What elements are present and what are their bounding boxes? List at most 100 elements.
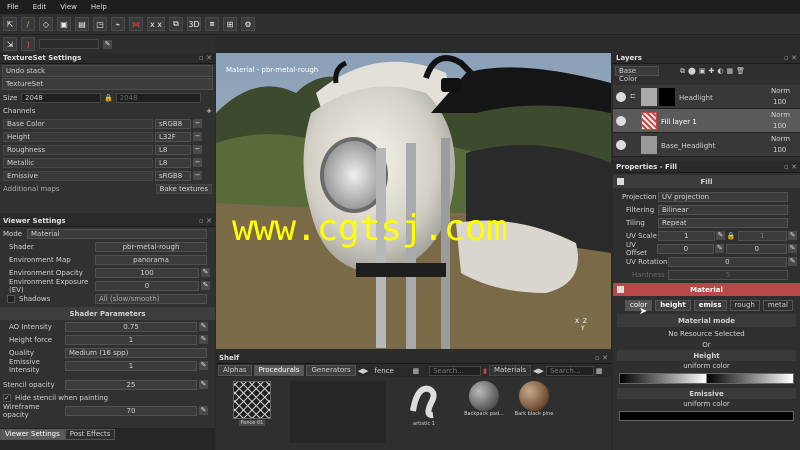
mode-select[interactable]: Material [27, 228, 207, 239]
pencil-icon[interactable]: ✎ [715, 244, 725, 253]
camera-icon[interactable]: ⧉ [169, 17, 183, 31]
height-force-slider[interactable]: 1 [65, 334, 197, 345]
stencil-slider[interactable]: 25 [65, 379, 197, 390]
hide-stencil-checkbox[interactable]: ✓ [3, 393, 11, 402]
mirror-icon[interactable]: x x [147, 17, 165, 31]
fill-header[interactable]: Fill [613, 175, 800, 188]
menu-edit[interactable]: Edit [26, 3, 54, 11]
uvscale-slider-2[interactable]: 1 [737, 230, 788, 241]
materials-search-input[interactable]: Search... [545, 365, 594, 376]
pencil-icon[interactable]: ✎ [788, 257, 797, 266]
layer-opacity[interactable]: 100 [773, 122, 786, 130]
collapse-checkbox[interactable] [617, 286, 624, 293]
clear-filter-icon[interactable]: ▮ [483, 367, 487, 375]
uvrot-slider[interactable]: 0 [667, 256, 788, 267]
quality-select[interactable]: Medium (16 spp) [65, 347, 207, 358]
menu-help[interactable]: Help [84, 3, 114, 11]
layer-blend[interactable]: Norm [771, 111, 790, 119]
remove-channel-icon[interactable]: − [193, 132, 202, 141]
filtering-select[interactable]: Bilinear [658, 204, 788, 215]
emissive-color-swatch[interactable] [619, 411, 794, 421]
bake-textures-button[interactable]: Bake textures [155, 183, 212, 194]
layer-channel-select[interactable]: Base Color [615, 66, 659, 83]
shadows-checkbox[interactable] [7, 294, 15, 303]
remove-channel-icon[interactable]: − [193, 119, 202, 128]
pencil-icon[interactable]: ✎ [788, 244, 798, 253]
shelf-item[interactable]: Backpack pad... [462, 381, 506, 443]
shelf-filter[interactable]: fence [374, 367, 410, 375]
3d-viewport[interactable] [216, 53, 611, 349]
add-layer-icon[interactable]: ▣ [699, 67, 706, 75]
channel-format-select[interactable]: sRGB8 [155, 170, 191, 181]
pencil-icon[interactable]: ✎ [103, 39, 112, 49]
mat-tab-emiss[interactable]: emiss [693, 299, 727, 311]
add-folder-icon[interactable]: ◐ [717, 67, 723, 75]
cursor-icon[interactable]: ⇱ [3, 17, 17, 31]
channel-format-select[interactable]: sRGB8 [155, 118, 191, 129]
mat-tab-metal[interactable]: metal [762, 299, 793, 311]
smudge-icon[interactable]: ▤ [75, 17, 89, 31]
env-opacity-slider[interactable]: 100 [95, 267, 199, 278]
tab-scroll-icon[interactable]: ◀▶ [533, 367, 544, 375]
lock-icon[interactable]: 🔒 [104, 94, 113, 102]
channel-name[interactable]: Base Color [3, 118, 153, 129]
remove-channel-icon[interactable]: − [193, 145, 202, 154]
uvoffset-slider-2[interactable]: 0 [726, 243, 788, 254]
shelf-tab-generators[interactable]: Generators [306, 365, 356, 376]
pencil-icon[interactable]: ✎ [201, 268, 210, 277]
channel-name[interactable]: Height [3, 131, 153, 142]
layer-row-fill[interactable]: Fill layer 1 Norm 100 [613, 109, 800, 133]
layer-row-base-headlight[interactable]: Base_Headlight Norm 100 [613, 133, 800, 157]
visibility-eye-icon[interactable] [616, 140, 626, 150]
hardness-slider[interactable]: 5 [668, 269, 788, 280]
pencil-icon[interactable]: ✎ [201, 281, 210, 290]
grid-view-icon[interactable]: ▦ [596, 367, 603, 375]
remove-channel-icon[interactable]: − [193, 171, 202, 180]
grid-view-icon[interactable]: ▦ [412, 367, 419, 375]
material-header[interactable]: Material [613, 283, 800, 296]
layer-row-headlight[interactable]: ⊏ Headlight Norm 100 [613, 85, 800, 109]
channel-format-select[interactable]: L8 [155, 157, 191, 168]
render-3d-icon[interactable]: 3D [187, 17, 201, 31]
duplicate-icon[interactable]: ▦ [726, 67, 733, 75]
tab-post-effects[interactable]: Post Effects [64, 429, 116, 440]
pencil-icon[interactable]: ✎ [716, 231, 725, 240]
brush-icon[interactable]: / [21, 17, 35, 31]
shelf-tab-materials[interactable]: Materials [488, 365, 532, 376]
tab-viewer-settings[interactable]: Viewer Settings [0, 429, 65, 440]
pencil-icon[interactable]: ✎ [788, 231, 797, 240]
channel-name[interactable]: Emissive [3, 170, 153, 181]
collapse-checkbox[interactable] [617, 178, 624, 185]
pencil-icon[interactable]: ✎ [199, 406, 208, 415]
undo-stack-button[interactable]: Undo stack [2, 65, 213, 77]
eraser-icon[interactable]: ◇ [39, 17, 53, 31]
size-field[interactable]: 2048 [21, 92, 101, 103]
remove-channel-icon[interactable]: − [193, 158, 202, 167]
menu-file[interactable]: File [0, 3, 26, 11]
menu-view[interactable]: View [53, 3, 84, 11]
channel-name[interactable]: Roughness [3, 144, 153, 155]
layer-blend[interactable]: Norm [771, 135, 790, 143]
textureset-button[interactable]: TextureSet [2, 78, 213, 90]
pencil-icon[interactable]: ✎ [199, 380, 208, 389]
uvscale-slider[interactable]: 1 [657, 230, 715, 241]
pencil-icon[interactable]: ✎ [199, 322, 208, 331]
shelf-item[interactable]: artistic 1 [392, 381, 456, 443]
shelf-tab-alphas[interactable]: Alphas [218, 365, 252, 376]
lock-icon[interactable]: 🔒 [727, 232, 736, 240]
tab-scroll-icon[interactable]: ◀▶ [358, 367, 369, 375]
wireframe-slider[interactable]: 70 [65, 405, 197, 416]
mat-tab-rough[interactable]: rough [729, 299, 760, 311]
projection-select[interactable]: UV projection [658, 191, 788, 202]
height-gradient-slider[interactable] [619, 373, 794, 384]
symmetry-icon[interactable]: ⋈ [129, 17, 143, 31]
export-icon[interactable]: ⧈ [205, 17, 219, 31]
clone-icon[interactable]: ◳ [93, 17, 107, 31]
envmap-select[interactable]: panorama [95, 254, 207, 265]
add-channel-icon[interactable]: + [206, 107, 212, 115]
layer-opacity[interactable]: 100 [773, 98, 786, 106]
shelf-item[interactable]: Fence 01 [220, 381, 284, 443]
ao-slider[interactable]: 0.75 [65, 321, 197, 332]
channel-name[interactable]: Metallic [3, 157, 153, 168]
uvoffset-slider[interactable]: 0 [657, 243, 715, 254]
